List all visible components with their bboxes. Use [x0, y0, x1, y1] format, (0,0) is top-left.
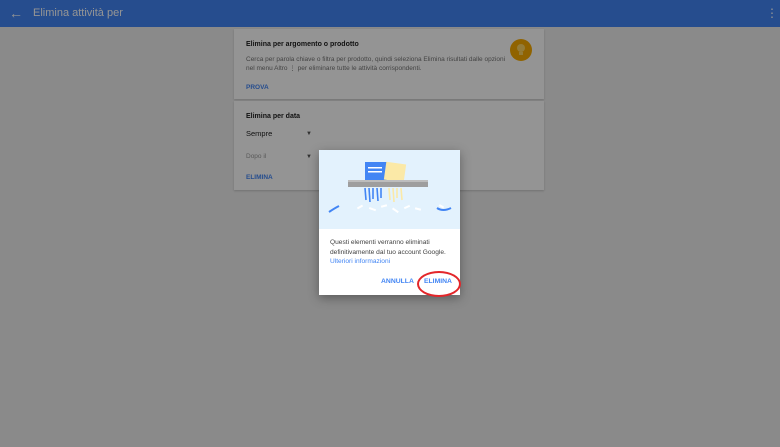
highlight-circle	[417, 271, 461, 297]
dialog-message: Questi elementi verranno eliminati defin…	[330, 238, 452, 267]
shredder-illustration	[319, 150, 460, 229]
dialog-message-text: Questi elementi verranno eliminati defin…	[330, 239, 446, 256]
cancel-button[interactable]: ANNULLA	[381, 277, 414, 286]
learn-more-link[interactable]: Ulteriori informazioni	[330, 258, 390, 265]
